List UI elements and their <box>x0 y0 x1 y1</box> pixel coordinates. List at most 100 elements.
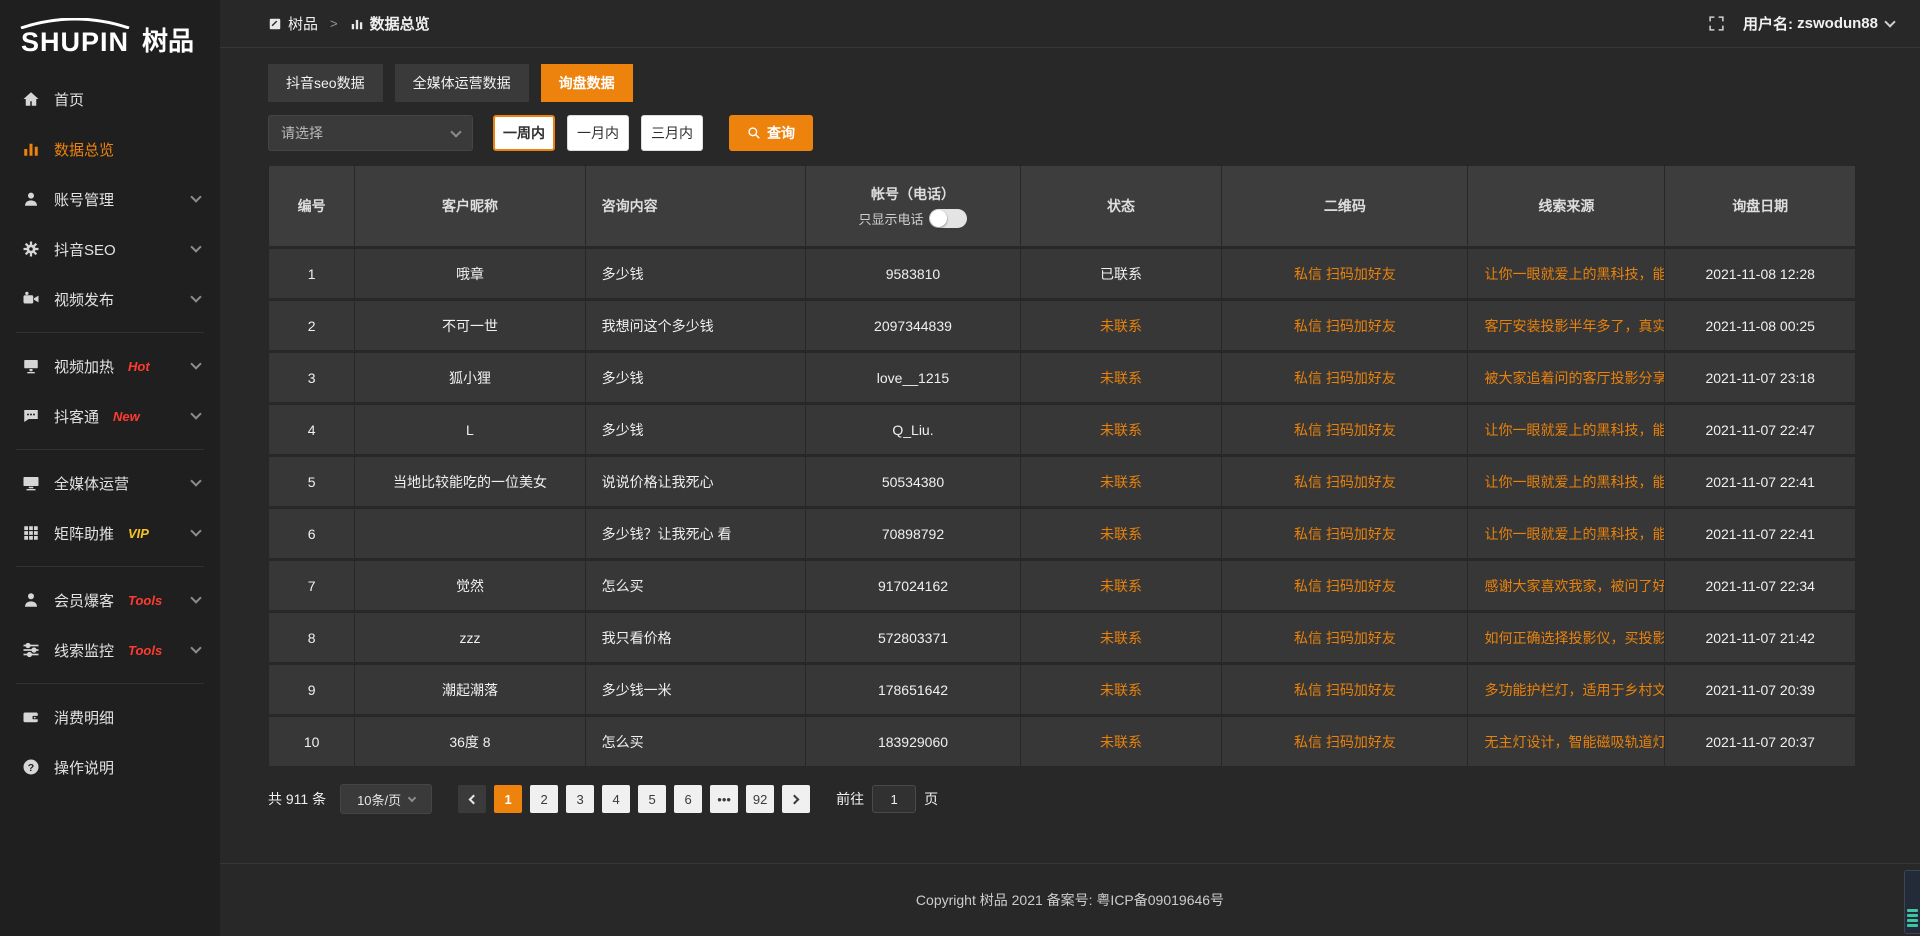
sidebar-menu: 首页数据总览账号管理抖音SEO 视频发布视频加热Hot抖客通New 全媒体运营矩阵助… <box>0 64 220 792</box>
sidebar-divider <box>16 449 204 450</box>
cell-status: 未联系 <box>1021 561 1223 610</box>
cell-date: 2021-11-08 00:25 <box>1665 301 1856 350</box>
main-area: 树品 > 数据总览 用户名: zswodun88 抖音seo数据全媒体运营数据询… <box>220 0 1920 936</box>
period-button-三月内[interactable]: 三月内 <box>641 115 703 151</box>
cell-nickname: 36度 8 <box>355 717 585 766</box>
sidebar-item-消费明细[interactable]: 消费明细 <box>0 692 220 742</box>
sidebar-item-抖客通[interactable]: 抖客通New <box>0 391 220 441</box>
page-button-1[interactable]: 1 <box>494 785 522 813</box>
prev-page-button[interactable] <box>458 785 486 813</box>
table-row: 9潮起潮落多少钱一米178651642未联系私信 扫码加好友多功能护栏灯，适用于… <box>268 665 1856 714</box>
cell-content: 说说价格让我死心 <box>586 457 807 506</box>
sidebar-item-首页[interactable]: 首页 <box>0 74 220 124</box>
sidebar-item-线索监控[interactable]: 线索监控Tools <box>0 625 220 675</box>
cell-qrcode-link[interactable]: 私信 扫码加好友 <box>1222 353 1468 402</box>
sidebar-item-账号管理[interactable]: 账号管理 <box>0 174 220 224</box>
cell-account: 2097344839 <box>806 301 1020 350</box>
cell-source-link[interactable]: 让你一眼就爱上的黑科技，能... <box>1468 457 1665 506</box>
sidebar-item-label: 全媒体运营 <box>54 473 129 494</box>
sidebar-item-全媒体运营[interactable]: 全媒体运营 <box>0 458 220 508</box>
sidebar-item-视频加热[interactable]: 视频加热Hot <box>0 341 220 391</box>
logo[interactable]: SHUPIN 树品 <box>0 0 220 64</box>
sidebar-badge: Tools <box>128 643 162 658</box>
cell-qrcode-link[interactable]: 私信 扫码加好友 <box>1222 665 1468 714</box>
cell-nickname: 当地比较能吃的一位美女 <box>355 457 585 506</box>
cell-date: 2021-11-08 12:28 <box>1665 249 1856 298</box>
table-row: 4L多少钱Q_Liu.未联系私信 扫码加好友让你一眼就爱上的黑科技，能...20… <box>268 405 1856 454</box>
footer: Copyright 树品 2021 备案号: 粤ICP备09019646号 <box>220 863 1920 936</box>
cell-source-link[interactable]: 无主灯设计，智能磁吸轨道灯... <box>1468 717 1665 766</box>
cell-date: 2021-11-07 23:18 <box>1665 353 1856 402</box>
tab-询盘数据[interactable]: 询盘数据 <box>541 64 633 102</box>
question-icon: ? <box>22 758 40 776</box>
sidebar-badge: VIP <box>128 526 149 541</box>
period-button-一周内[interactable]: 一周内 <box>493 115 555 151</box>
cell-date: 2021-11-07 20:37 <box>1665 717 1856 766</box>
sidebar-item-会员爆客[interactable]: 会员爆客Tools <box>0 575 220 625</box>
sidebar-item-矩阵助推[interactable]: 矩阵助推VIP <box>0 508 220 558</box>
cell-source-link[interactable]: 被大家追着问的客厅投影分享... <box>1468 353 1665 402</box>
toggle-knob <box>930 210 947 227</box>
cell-source-link[interactable]: 客厅安装投影半年多了，真实... <box>1468 301 1665 350</box>
page-button-3[interactable]: 3 <box>566 785 594 813</box>
cell-source-link[interactable]: 感谢大家喜欢我家，被问了好... <box>1468 561 1665 610</box>
sidebar-item-label: 抖音SEO <box>54 239 116 260</box>
page-button-4[interactable]: 4 <box>602 785 630 813</box>
sidebar-item-label: 操作说明 <box>54 757 114 778</box>
page-button-5[interactable]: 5 <box>638 785 666 813</box>
user-menu[interactable]: 用户名: zswodun88 <box>1743 13 1894 34</box>
chevron-down-icon <box>450 126 461 137</box>
cell-number: 6 <box>268 509 355 558</box>
per-page-select[interactable]: 10条/页 <box>340 784 432 814</box>
cell-qrcode-link[interactable]: 私信 扫码加好友 <box>1222 457 1468 506</box>
breadcrumb-root[interactable]: 树品 <box>288 13 318 34</box>
sidebar-item-数据总览[interactable]: 数据总览 <box>0 124 220 174</box>
cell-qrcode-link[interactable]: 私信 扫码加好友 <box>1222 561 1468 610</box>
page-ellipsis-button[interactable]: ••• <box>710 785 738 813</box>
fullscreen-icon[interactable] <box>1708 15 1725 32</box>
cell-source-link[interactable]: 让你一眼就爱上的黑科技，能... <box>1468 509 1665 558</box>
chevron-down-icon <box>190 642 201 653</box>
cell-status: 已联系 <box>1021 249 1223 298</box>
breadcrumb-separator: > <box>330 16 338 31</box>
phone-only-toggle[interactable] <box>929 209 967 228</box>
search-button[interactable]: 查询 <box>729 115 813 151</box>
chevron-down-icon <box>190 191 201 202</box>
sidebar-item-label: 首页 <box>54 89 84 110</box>
phone-toggle-row: 只显示电话 <box>806 209 1019 228</box>
period-button-一月内[interactable]: 一月内 <box>567 115 629 151</box>
cell-qrcode-link[interactable]: 私信 扫码加好友 <box>1222 249 1468 298</box>
service-widget-stripe <box>1907 914 1918 917</box>
cell-qrcode-link[interactable]: 私信 扫码加好友 <box>1222 613 1468 662</box>
goto-page-input[interactable] <box>872 785 916 813</box>
cell-qrcode-link[interactable]: 私信 扫码加好友 <box>1222 509 1468 558</box>
cell-source-link[interactable]: 让你一眼就爱上的黑科技，能... <box>1468 249 1665 298</box>
tab-抖音seo数据[interactable]: 抖音seo数据 <box>268 64 383 102</box>
sidebar-divider <box>16 683 204 684</box>
cell-nickname <box>355 509 585 558</box>
filter-select[interactable]: 请选择 <box>268 115 473 151</box>
next-page-button[interactable] <box>782 785 810 813</box>
per-page-value: 10条/页 <box>357 790 401 809</box>
cell-qrcode-link[interactable]: 私信 扫码加好友 <box>1222 405 1468 454</box>
chevron-down-icon <box>190 241 201 252</box>
sidebar-item-操作说明[interactable]: ? 操作说明 <box>0 742 220 792</box>
tab-全媒体运营数据[interactable]: 全媒体运营数据 <box>395 64 529 102</box>
service-widget[interactable] <box>1904 870 1920 934</box>
cell-qrcode-link[interactable]: 私信 扫码加好友 <box>1222 301 1468 350</box>
sidebar-item-抖音SEO[interactable]: 抖音SEO <box>0 224 220 274</box>
cell-account: 9583810 <box>806 249 1020 298</box>
page-button-6[interactable]: 6 <box>674 785 702 813</box>
cell-qrcode-link[interactable]: 私信 扫码加好友 <box>1222 717 1468 766</box>
cell-source-link[interactable]: 多功能护栏灯，适用于乡村文... <box>1468 665 1665 714</box>
cell-source-link[interactable]: 让你一眼就爱上的黑科技，能... <box>1468 405 1665 454</box>
screen-icon <box>22 474 40 492</box>
copyright-text: Copyright 树品 2021 备案号: 粤ICP备09019646号 <box>916 890 1224 910</box>
table-row: 8zzz我只看价格572803371未联系私信 扫码加好友如何正确选择投影仪，买… <box>268 613 1856 662</box>
sidebar-item-视频发布[interactable]: 视频发布 <box>0 274 220 324</box>
topbar: 树品 > 数据总览 用户名: zswodun88 <box>220 0 1920 48</box>
cell-source-link[interactable]: 如何正确选择投影仪，买投影... <box>1468 613 1665 662</box>
page-button-92[interactable]: 92 <box>746 785 774 813</box>
cell-content: 多少钱？让我死心 看 <box>586 509 807 558</box>
page-button-2[interactable]: 2 <box>530 785 558 813</box>
